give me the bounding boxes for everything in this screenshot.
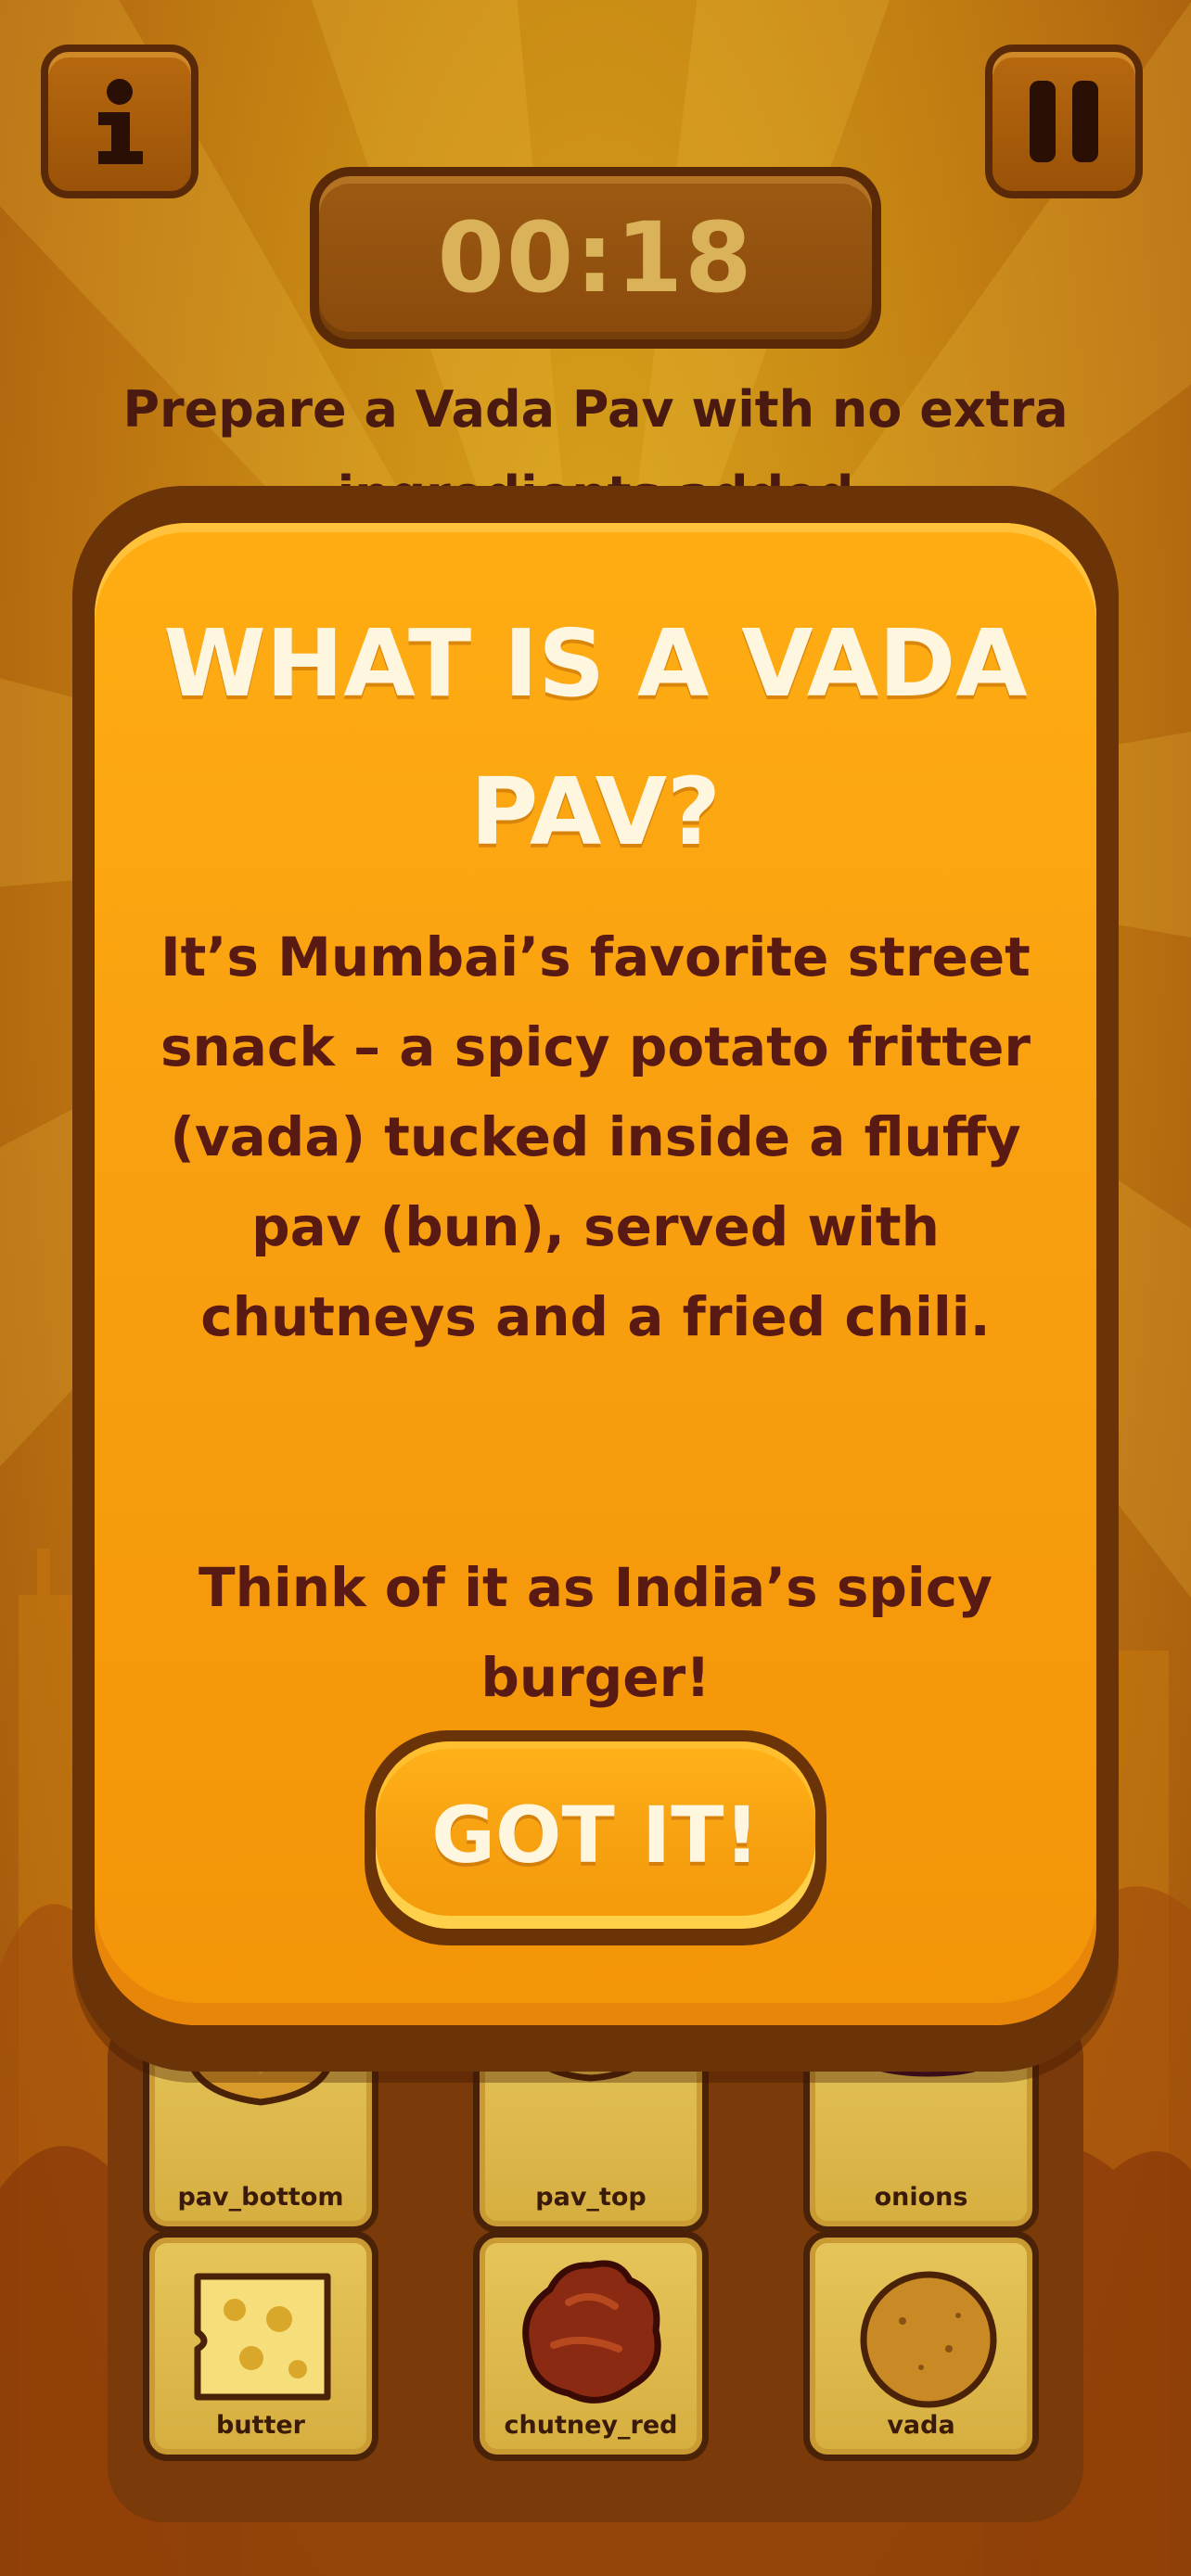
got-it-button[interactable]: GOT IT! [365,1730,826,1945]
got-it-label: GOT IT! [431,1790,760,1881]
modal-tagline: Think of it as India’s spicy burger! [198,1556,992,1709]
modal-overlay: WHAT IS A VADA PAV? It’s Mumbai’s favori… [0,0,1191,2576]
modal-body-text: It’s Mumbai’s favorite street snack – a … [160,925,1031,1348]
got-it-button-face[interactable]: GOT IT! [376,1741,815,1929]
modal-title: WHAT IS A VADA PAV? [163,609,1028,866]
game-screen: 00:18 Prepare a Vada Pav with no extra i… [0,0,1191,2576]
